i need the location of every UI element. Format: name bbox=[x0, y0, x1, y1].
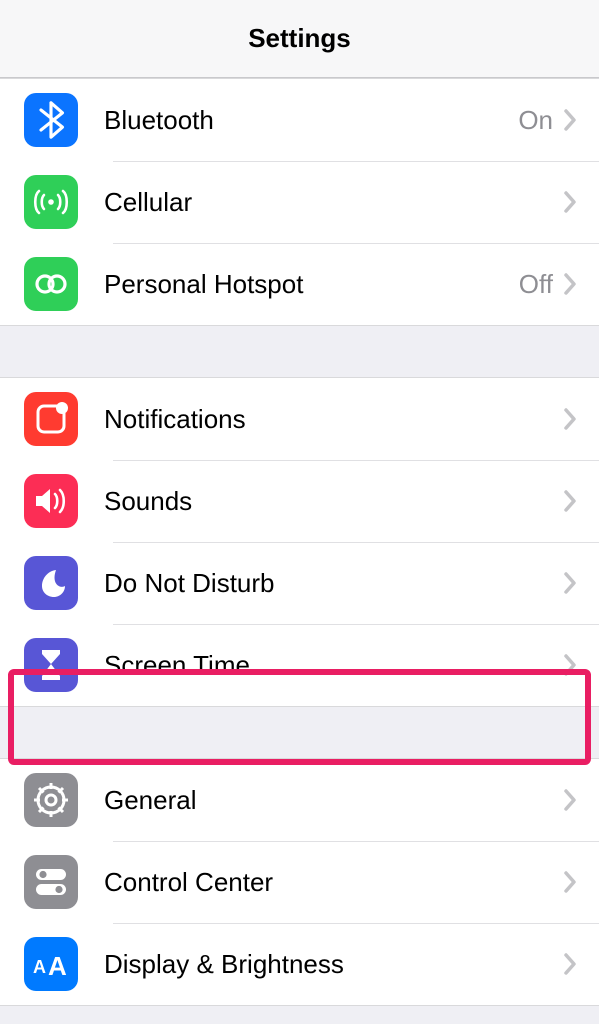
row-sounds-label: Sounds bbox=[104, 486, 563, 517]
svg-text:A: A bbox=[48, 951, 67, 979]
settings-content: Bluetooth On Cellular bbox=[0, 78, 599, 1006]
hourglass-icon bbox=[24, 638, 78, 692]
row-control-center[interactable]: Control Center bbox=[0, 841, 599, 923]
chevron-right-icon bbox=[563, 952, 577, 976]
settings-group-alerts: Notifications Sounds Do bbox=[0, 377, 599, 707]
row-screen-time[interactable]: Screen Time bbox=[0, 624, 599, 706]
row-display-label: Display & Brightness bbox=[104, 949, 563, 980]
row-controlcenter-label: Control Center bbox=[104, 867, 563, 898]
settings-header: Settings bbox=[0, 0, 599, 78]
bluetooth-icon bbox=[24, 93, 78, 147]
chevron-right-icon bbox=[563, 272, 577, 296]
chevron-right-icon bbox=[563, 489, 577, 513]
chevron-right-icon bbox=[563, 108, 577, 132]
row-screentime-label: Screen Time bbox=[104, 650, 563, 681]
chevron-right-icon bbox=[563, 653, 577, 677]
row-general[interactable]: General bbox=[0, 759, 599, 841]
chevron-right-icon bbox=[563, 407, 577, 431]
page-title: Settings bbox=[248, 23, 351, 54]
sounds-icon bbox=[24, 474, 78, 528]
gear-icon bbox=[24, 773, 78, 827]
settings-group-general: General Control Center A bbox=[0, 758, 599, 1006]
row-bluetooth[interactable]: Bluetooth On bbox=[0, 79, 599, 161]
svg-text:A: A bbox=[33, 957, 46, 977]
group-spacer bbox=[0, 326, 599, 377]
row-cellular-label: Cellular bbox=[104, 187, 563, 218]
chevron-right-icon bbox=[563, 788, 577, 812]
row-notifications[interactable]: Notifications bbox=[0, 378, 599, 460]
hotspot-icon bbox=[24, 257, 78, 311]
control-center-icon bbox=[24, 855, 78, 909]
row-hotspot-label: Personal Hotspot bbox=[104, 269, 519, 300]
notifications-icon bbox=[24, 392, 78, 446]
row-cellular[interactable]: Cellular bbox=[0, 161, 599, 243]
chevron-right-icon bbox=[563, 190, 577, 214]
row-bluetooth-label: Bluetooth bbox=[104, 105, 518, 136]
text-size-icon: A A bbox=[24, 937, 78, 991]
row-bluetooth-value: On bbox=[518, 105, 553, 136]
row-hotspot-value: Off bbox=[519, 269, 553, 300]
row-notifications-label: Notifications bbox=[104, 404, 563, 435]
chevron-right-icon bbox=[563, 571, 577, 595]
row-general-label: General bbox=[104, 785, 563, 816]
settings-group-connectivity: Bluetooth On Cellular bbox=[0, 78, 599, 326]
row-sounds[interactable]: Sounds bbox=[0, 460, 599, 542]
chevron-right-icon bbox=[563, 870, 577, 894]
row-do-not-disturb[interactable]: Do Not Disturb bbox=[0, 542, 599, 624]
group-spacer bbox=[0, 707, 599, 758]
row-display-brightness[interactable]: A A Display & Brightness bbox=[0, 923, 599, 1005]
row-personal-hotspot[interactable]: Personal Hotspot Off bbox=[0, 243, 599, 325]
cellular-icon bbox=[24, 175, 78, 229]
moon-icon bbox=[24, 556, 78, 610]
row-dnd-label: Do Not Disturb bbox=[104, 568, 563, 599]
